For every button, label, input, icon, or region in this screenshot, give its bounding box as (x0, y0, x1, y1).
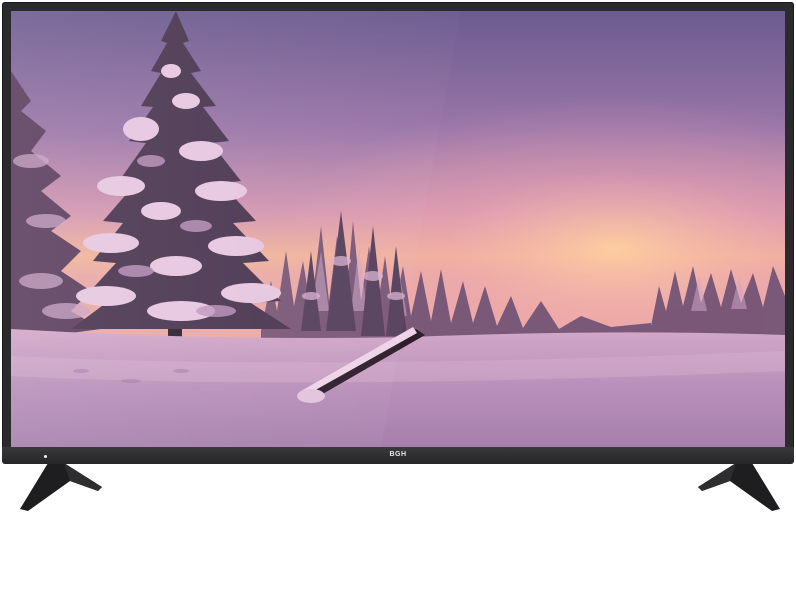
right-stand-foot (698, 463, 780, 511)
tv-screen (11, 11, 785, 447)
brand-logo: BGH (389, 451, 407, 458)
tv-product-image: BGH (0, 0, 796, 599)
snowy-forest-scene (11, 11, 785, 447)
power-led-indicator (44, 455, 47, 458)
left-stand-foot (20, 463, 102, 511)
